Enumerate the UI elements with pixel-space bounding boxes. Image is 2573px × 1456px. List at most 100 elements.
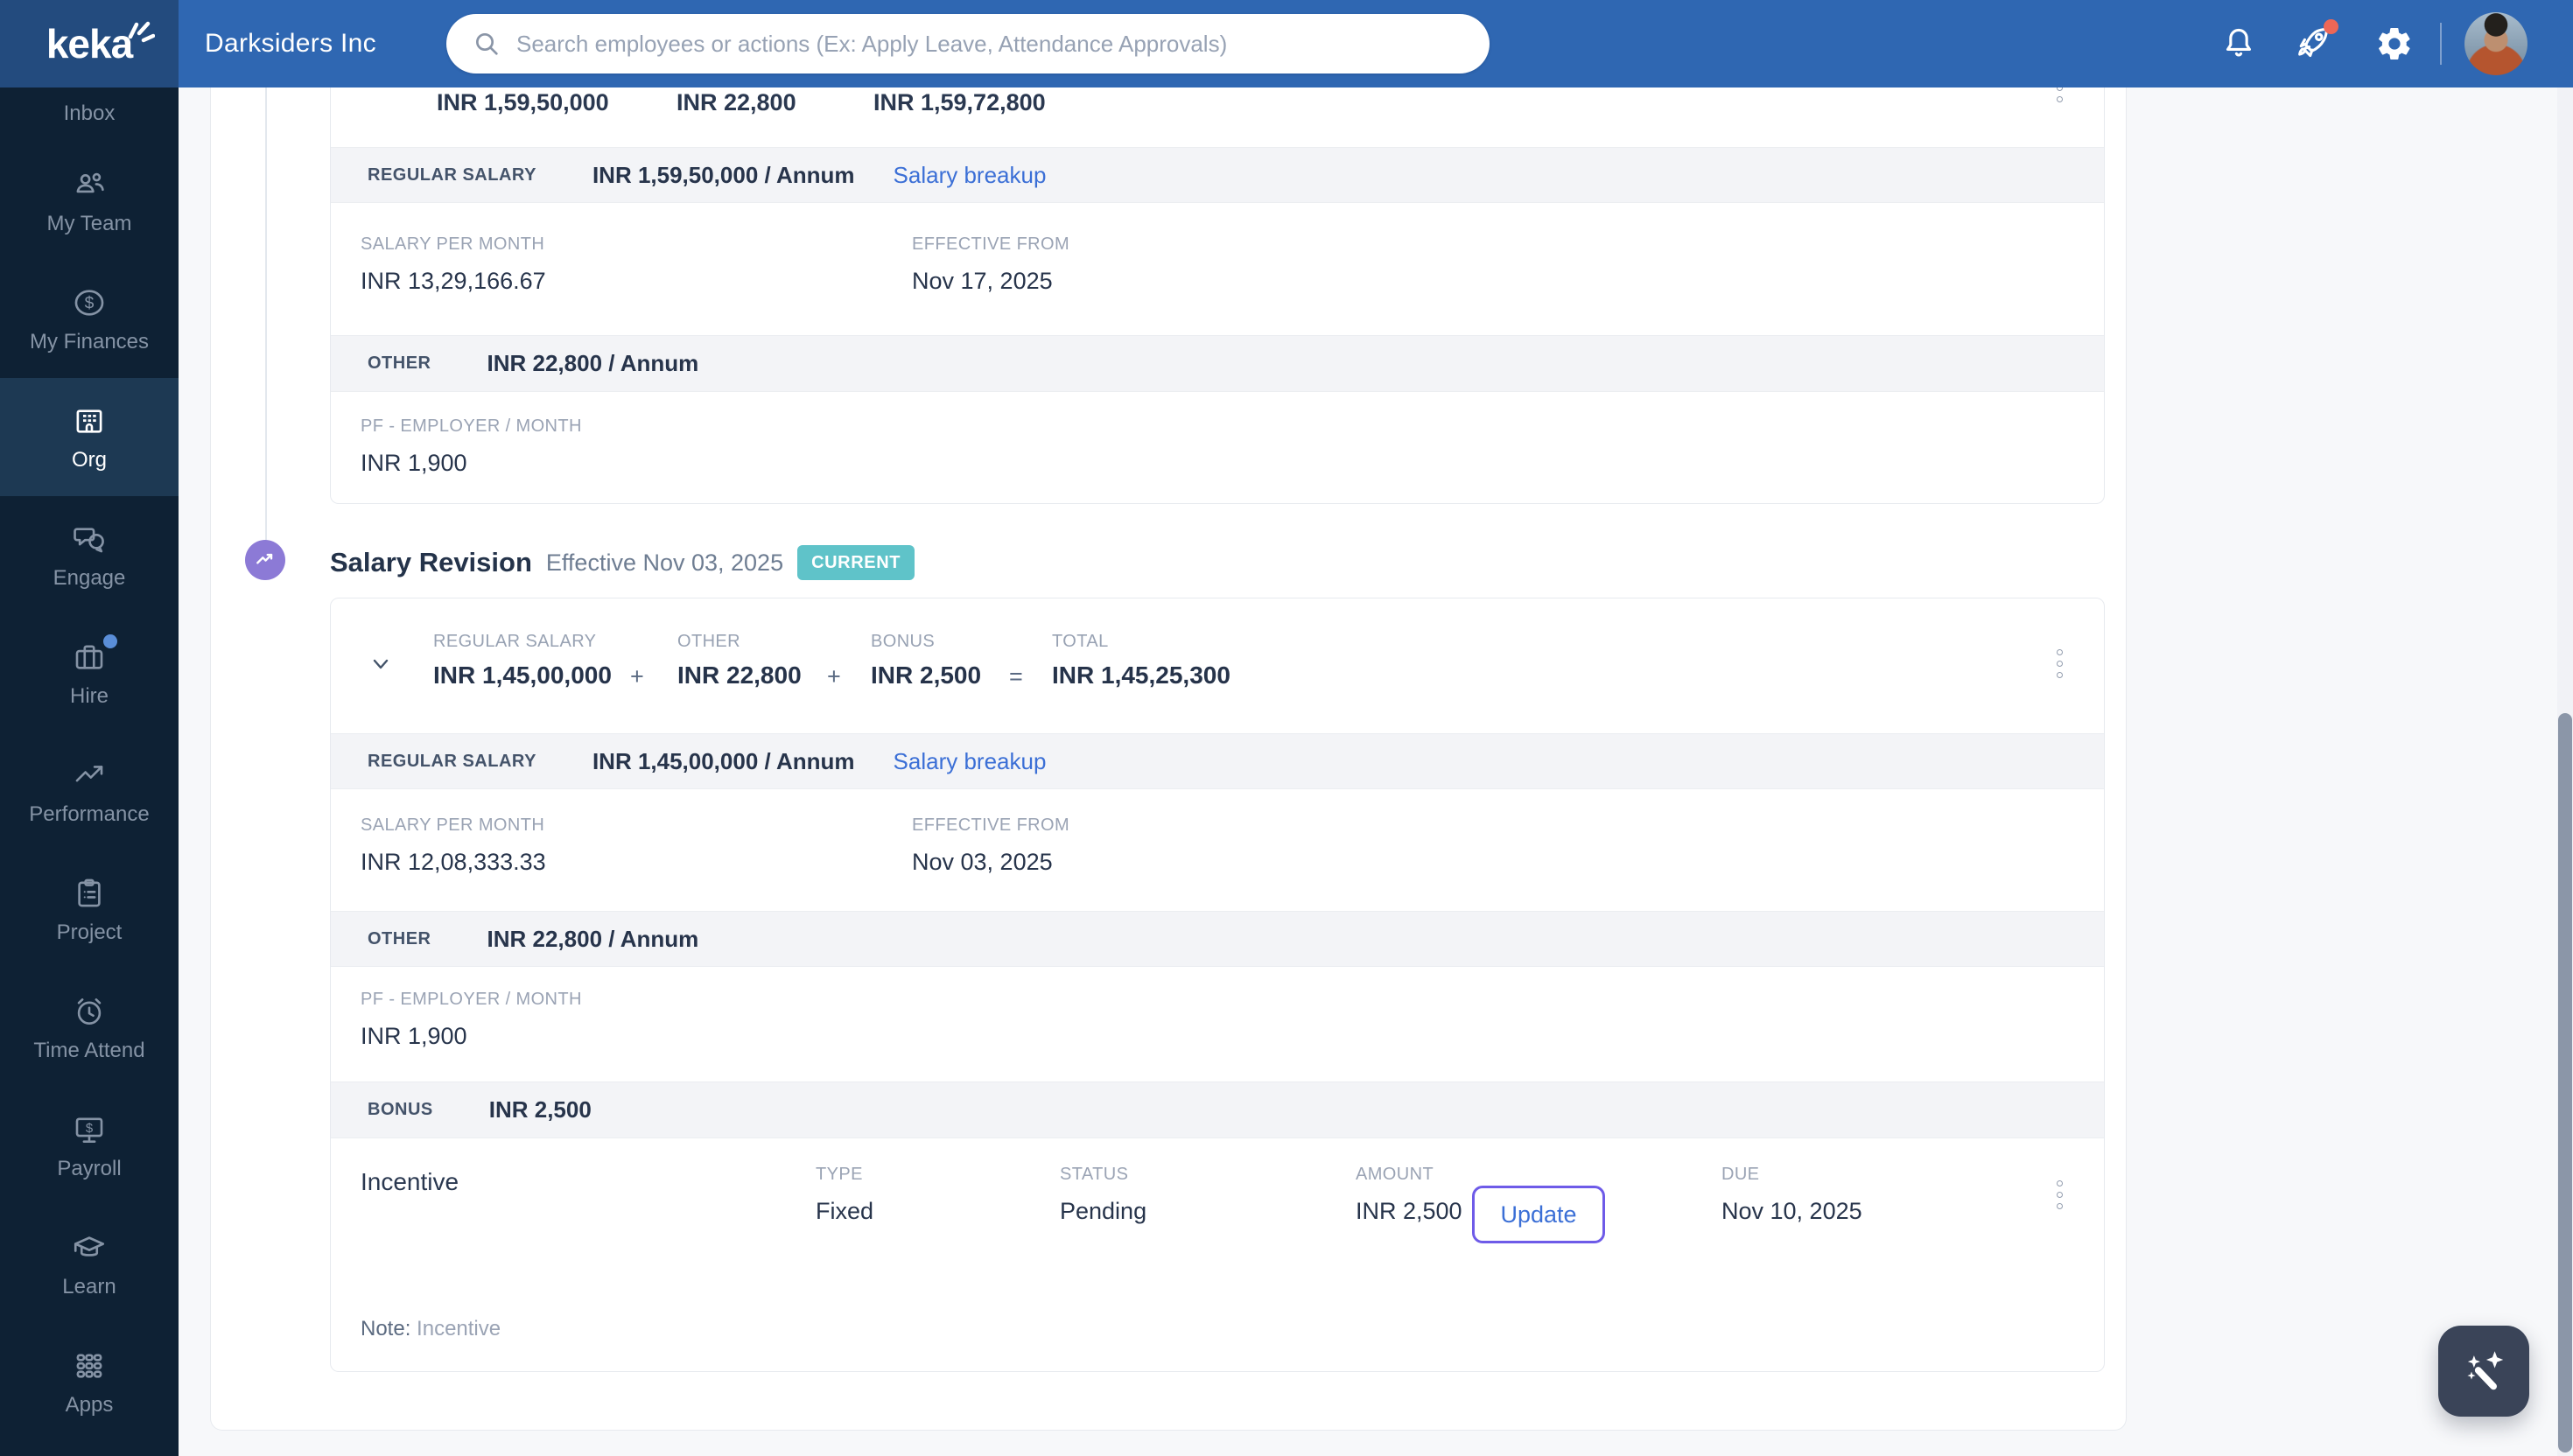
regular-salary-details: SALARY PER MONTH INR 13,29,166.67 EFFECT… — [331, 203, 2104, 335]
sidebar-item-engage[interactable]: Engage — [0, 496, 179, 614]
top-header: keka Darksiders Inc — [0, 0, 2573, 88]
effective-from-label: EFFECTIVE FROM — [912, 234, 1070, 254]
project-icon — [70, 874, 109, 913]
settings-gear-icon[interactable] — [2375, 24, 2414, 67]
svg-text:$: $ — [86, 1122, 94, 1136]
current-status-badge: CURRENT — [797, 545, 915, 580]
sidebar-item-payroll[interactable]: $ Payroll — [0, 1087, 179, 1205]
status-value: Pending — [1060, 1198, 1147, 1224]
effective-from-label: EFFECTIVE FROM — [912, 816, 1070, 835]
user-avatar[interactable] — [2464, 12, 2527, 75]
finances-icon: $ — [70, 284, 109, 322]
sidebar-item-learn[interactable]: Learn — [0, 1205, 179, 1323]
sidebar-item-my-finances[interactable]: $ My Finances — [0, 260, 179, 378]
salary-summary-row: INR 1,59,50,000 INR 22,800 INR 1,59,72,8… — [331, 88, 2104, 147]
search-icon — [476, 33, 498, 55]
sidebar-item-my-team[interactable]: My Team — [0, 142, 179, 260]
other-details: PF - EMPLOYER / MONTH INR 1,900 — [331, 967, 2104, 1082]
regular-salary-band: REGULAR SALARY INR 1,45,00,000 / Annum S… — [331, 733, 2104, 789]
brand-sparks-icon — [125, 6, 156, 53]
revision-section-header: Salary Revision Effective Nov 03, 2025 C… — [330, 542, 915, 583]
bonus-band: BONUS INR 2,500 — [331, 1082, 2104, 1138]
note-label: Note: — [361, 1317, 411, 1340]
sidebar-item-apps[interactable]: Apps — [0, 1323, 179, 1441]
sidebar-item-hire[interactable]: Hire — [0, 614, 179, 732]
magic-wand-icon — [2467, 1351, 2504, 1390]
notification-badge-dot — [2324, 19, 2338, 34]
type-label: TYPE — [816, 1165, 863, 1184]
previous-salary-card: INR 1,59,50,000 INR 22,800 INR 1,59,72,8… — [330, 88, 2105, 504]
amount-value: INR 2,500 — [1356, 1198, 1462, 1224]
salary-breakup-link[interactable]: Salary breakup — [894, 162, 1047, 189]
due-value: Nov 10, 2025 — [1721, 1198, 1862, 1224]
current-salary-card: REGULAR SALARY INR 1,45,00,000 + OTHER I… — [330, 598, 2105, 1372]
hire-badge-dot — [103, 634, 117, 648]
incentive-menu-kebab-icon[interactable] — [2046, 1180, 2072, 1209]
header-divider — [2440, 23, 2442, 65]
section-title: Salary Revision — [330, 547, 532, 578]
pf-employer-value: INR 1,900 — [361, 1023, 467, 1049]
regular-salary-band: REGULAR SALARY INR 1,59,50,000 / Annum S… — [331, 147, 2104, 203]
status-label: STATUS — [1060, 1165, 1129, 1184]
effective-from-value: Nov 17, 2025 — [912, 268, 1053, 294]
performance-icon — [70, 756, 109, 794]
summary-other-value: INR 22,800 — [677, 662, 802, 689]
whats-new-rocket-icon[interactable] — [2293, 19, 2338, 67]
main-content: INR 1,59,50,000 INR 22,800 INR 1,59,72,8… — [179, 88, 2573, 1456]
pf-employer-label: PF - EMPLOYER / MONTH — [361, 416, 582, 436]
pf-employer-label: PF - EMPLOYER / MONTH — [361, 990, 582, 1009]
other-band: OTHER INR 22,800 / Annum — [331, 911, 2104, 967]
team-icon — [70, 165, 109, 204]
note-value: Incentive — [417, 1317, 501, 1340]
salary-breakup-link[interactable]: Salary breakup — [894, 748, 1047, 775]
hire-icon — [70, 634, 117, 676]
card-menu-kebab-icon[interactable] — [2046, 88, 2072, 102]
org-icon — [70, 402, 109, 440]
learn-icon — [70, 1228, 109, 1267]
sidebar-item-performance[interactable]: Performance — [0, 732, 179, 850]
salary-per-month-label: SALARY PER MONTH — [361, 234, 545, 254]
summary-total-value: INR 1,45,25,300 — [1052, 662, 1230, 689]
update-button[interactable]: Update — [1472, 1186, 1605, 1243]
svg-text:$: $ — [85, 295, 95, 313]
sidebar-item-org[interactable]: Org — [0, 378, 179, 496]
brand-text: keka — [46, 21, 133, 66]
search-input[interactable] — [516, 30, 1463, 58]
salary-summary-row: REGULAR SALARY INR 1,45,00,000 + OTHER I… — [331, 598, 2104, 733]
other-details: PF - EMPLOYER / MONTH INR 1,900 — [331, 392, 2104, 503]
salary-history-panel: INR 1,59,50,000 INR 22,800 INR 1,59,72,8… — [210, 88, 2127, 1431]
brand-logo[interactable]: keka — [0, 0, 179, 88]
summary-other-value: INR 22,800 — [677, 89, 796, 116]
card-menu-kebab-icon[interactable] — [2046, 649, 2072, 678]
salary-per-month-value: INR 12,08,333.33 — [361, 849, 546, 875]
engage-icon — [70, 520, 109, 558]
salary-per-month-label: SALARY PER MONTH — [361, 816, 545, 835]
timeline-line — [265, 88, 267, 540]
global-search — [446, 14, 1490, 74]
collapse-chevron-down-icon[interactable] — [368, 651, 394, 682]
due-label: DUE — [1721, 1165, 1760, 1184]
regular-salary-details: SALARY PER MONTH INR 12,08,333.33 EFFECT… — [331, 789, 2104, 911]
scrollbar-thumb[interactable] — [2558, 713, 2572, 1452]
payroll-icon: $ — [70, 1110, 109, 1149]
sidebar-item-project[interactable]: Project — [0, 850, 179, 969]
salary-per-month-value: INR 13,29,166.67 — [361, 268, 546, 294]
notifications-bell-icon[interactable] — [2219, 24, 2258, 67]
ai-assistant-fab[interactable] — [2438, 1326, 2529, 1417]
app-root: keka Darksiders Inc Search employees or … — [0, 0, 2573, 1456]
effective-from-value: Nov 03, 2025 — [912, 849, 1053, 875]
summary-regular-value: INR 1,45,00,000 — [433, 662, 612, 689]
sidebar-item-inbox[interactable]: Inbox — [0, 88, 179, 142]
amount-label: AMOUNT — [1356, 1165, 1434, 1184]
summary-total-value: INR 1,59,72,800 — [873, 89, 1046, 116]
sidebar-item-time-attend[interactable]: Time Attend — [0, 969, 179, 1087]
type-value: Fixed — [816, 1198, 874, 1224]
incentive-name: Incentive — [361, 1168, 459, 1195]
company-name: Darksiders Inc — [205, 29, 376, 58]
trending-up-icon — [256, 553, 273, 564]
summary-bonus-value: INR 2,500 — [871, 662, 982, 689]
apps-icon — [70, 1347, 109, 1385]
pf-employer-value: INR 1,900 — [361, 450, 467, 476]
time-attend-icon — [70, 992, 109, 1031]
timeline-marker — [245, 540, 285, 580]
